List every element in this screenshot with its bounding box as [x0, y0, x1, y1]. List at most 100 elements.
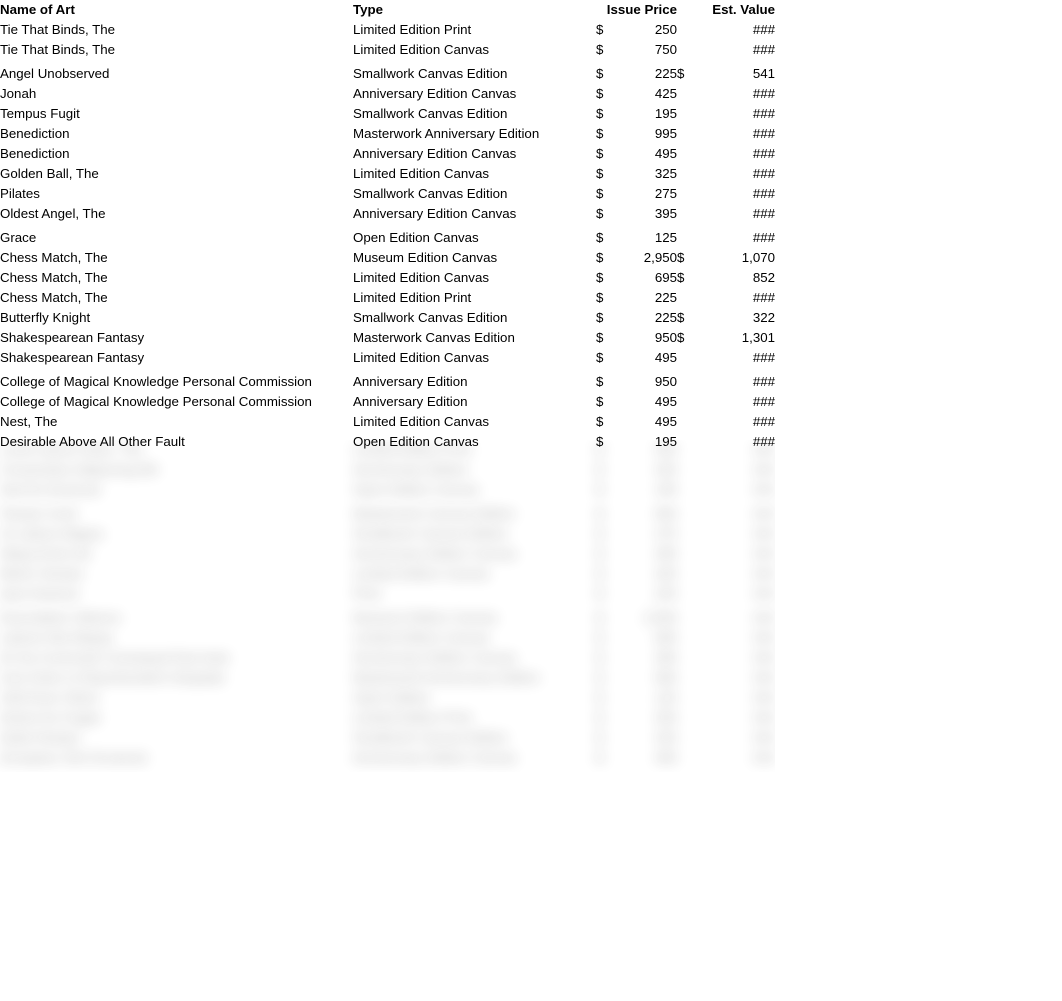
table-row[interactable]: Ut Labore Magna Smallwork Canvas Edition $…: [0, 524, 775, 544]
cell-issue-currency[interactable]: $: [596, 628, 614, 648]
table-row[interactable]: Shakespearean Fantasy Limited Edition Can…: [0, 348, 775, 368]
cell-issue-currency[interactable]: $: [596, 480, 614, 500]
cell-issue-price[interactable]: 2,950: [614, 248, 677, 268]
cell-est-currency[interactable]: [677, 648, 695, 668]
cell-est-currency[interactable]: [677, 688, 695, 708]
cell-issue-currency[interactable]: $: [596, 708, 614, 728]
cell-art-name[interactable]: Laboris Nisi Aliquip: [0, 628, 353, 648]
cell-art-name[interactable]: Oldest Angel, The: [0, 204, 353, 224]
cell-issue-price[interactable]: 195: [614, 432, 677, 452]
cell-art-type[interactable]: Masterwork Anniversary Edition: [353, 668, 596, 688]
cell-est-currency[interactable]: [677, 348, 695, 368]
cell-est-currency[interactable]: [677, 392, 695, 412]
cell-art-name[interactable]: Ut Labore Magna: [0, 524, 353, 544]
cell-est-currency[interactable]: [677, 708, 695, 728]
cell-art-type[interactable]: Masterwork Canvas Edition: [353, 500, 596, 524]
cell-issue-price[interactable]: 995: [614, 124, 677, 144]
cell-issue-price[interactable]: 250: [614, 708, 677, 728]
cell-art-type[interactable]: Open Edition Canvas: [353, 432, 596, 452]
cell-art-type[interactable]: Open Edition Canvas: [353, 480, 596, 500]
cell-issue-price[interactable]: 225: [614, 308, 677, 328]
cell-est-currency[interactable]: $: [677, 60, 695, 84]
cell-issue-currency[interactable]: $: [596, 348, 614, 368]
table-row[interactable]: Excepteur Sint Occaecat Anniversary Editi…: [0, 748, 775, 768]
table-row[interactable]: Chess Match, The Museum Edition Canvas $2,…: [0, 248, 775, 268]
cell-art-type[interactable]: Limited Edition Print: [353, 708, 596, 728]
cell-art-name[interactable]: Golden Ball, The: [0, 164, 353, 184]
table-row[interactable]: Angel Unobserved Smallwork Canvas Edition…: [0, 60, 775, 84]
cell-est-value[interactable]: ###: [695, 584, 775, 604]
table-row[interactable]: Shakespearean Fantasy Masterwork Canvas E…: [0, 328, 775, 348]
cell-est-value[interactable]: 322: [695, 308, 775, 328]
cell-issue-currency[interactable]: $: [596, 688, 614, 708]
cell-issue-currency[interactable]: $: [596, 328, 614, 348]
cell-issue-currency[interactable]: $: [596, 584, 614, 604]
table-row[interactable]: Ex Ea Commodo Consequat Duis Aute Anniver…: [0, 648, 775, 668]
cell-est-currency[interactable]: $: [677, 328, 695, 348]
table-row[interactable]: Benediction Anniversary Edition Canvas $49…: [0, 144, 775, 164]
cell-issue-currency[interactable]: $: [596, 164, 614, 184]
cell-art-name[interactable]: Dolore Eu Fugiat: [0, 708, 353, 728]
cell-issue-currency[interactable]: $: [596, 288, 614, 308]
cell-art-type[interactable]: Anniversary Edition Canvas: [353, 544, 596, 564]
table-row[interactable]: Jonah Anniversary Edition Canvas $425 ###: [0, 84, 775, 104]
cell-issue-price[interactable]: 495: [614, 412, 677, 432]
column-header-type[interactable]: Type: [353, 0, 596, 20]
cell-est-currency[interactable]: [677, 604, 695, 628]
cell-issue-currency[interactable]: $: [596, 40, 614, 60]
cell-art-name[interactable]: Jonah: [0, 84, 353, 104]
cell-issue-currency[interactable]: $: [596, 268, 614, 288]
cell-issue-currency[interactable]: $: [596, 392, 614, 412]
table-row[interactable]: Tempus Fugit Smallwork Canvas Edition $195…: [0, 104, 775, 124]
cell-est-value[interactable]: ###: [695, 104, 775, 124]
cell-issue-price[interactable]: 225: [614, 60, 677, 84]
cell-issue-currency[interactable]: $: [596, 60, 614, 84]
cell-est-value[interactable]: ###: [695, 460, 775, 480]
cell-art-type[interactable]: Limited Edition Canvas: [353, 628, 596, 648]
cell-issue-currency[interactable]: $: [596, 144, 614, 164]
cell-est-value[interactable]: ###: [695, 688, 775, 708]
cell-art-name[interactable]: Nest, The: [0, 412, 353, 432]
cell-art-type[interactable]: Masterwork Anniversary Edition: [353, 124, 596, 144]
table-row[interactable]: Grace Open Edition Canvas $125 ###: [0, 224, 775, 248]
cell-art-name[interactable]: Ex Ea Commodo Consequat Duis Aute: [0, 648, 353, 668]
table-row[interactable]: Sed Do Eiusmod Open Edition Canvas $195 ###: [0, 480, 775, 500]
cell-est-currency[interactable]: [677, 184, 695, 204]
cell-issue-price[interactable]: 495: [614, 544, 677, 564]
cell-issue-price[interactable]: 275: [614, 184, 677, 204]
table-row[interactable]: Quis Nostrud Print $225 ###: [0, 584, 775, 604]
cell-est-value[interactable]: ###: [695, 124, 775, 144]
cell-est-value[interactable]: ###: [695, 40, 775, 60]
table-row[interactable]: College of Magical Knowledge Personal Co…: [0, 368, 775, 392]
cell-est-value[interactable]: ###: [695, 728, 775, 748]
table-row[interactable]: Oldest Angel, The Anniversary Edition Can…: [0, 204, 775, 224]
cell-art-type[interactable]: Limited Edition Canvas: [353, 412, 596, 432]
table-row[interactable]: Chess Match, The Limited Edition Canvas $6…: [0, 268, 775, 288]
cell-art-name[interactable]: Sed Do Eiusmod: [0, 480, 353, 500]
cell-art-name[interactable]: Tempor Incid: [0, 500, 353, 524]
cell-art-name[interactable]: Nulla Pariatur: [0, 728, 353, 748]
cell-est-currency[interactable]: [677, 480, 695, 500]
table-row[interactable]: Butterfly Knight Smallwork Canvas Edition…: [0, 308, 775, 328]
cell-est-currency[interactable]: $: [677, 268, 695, 288]
cell-est-value[interactable]: ###: [695, 392, 775, 412]
cell-est-currency[interactable]: [677, 20, 695, 40]
cell-est-currency[interactable]: [677, 564, 695, 584]
cell-est-currency[interactable]: [677, 748, 695, 768]
cell-issue-currency[interactable]: $: [596, 604, 614, 628]
cell-est-currency[interactable]: [677, 288, 695, 308]
cell-art-name[interactable]: College of Magical Knowledge Personal Co…: [0, 392, 353, 412]
cell-est-value[interactable]: ###: [695, 368, 775, 392]
cell-issue-currency[interactable]: $: [596, 668, 614, 688]
cell-art-name[interactable]: Minim Veniam: [0, 564, 353, 584]
cell-issue-price[interactable]: 495: [614, 348, 677, 368]
cell-est-value[interactable]: ###: [695, 224, 775, 248]
cell-issue-price[interactable]: 125: [614, 688, 677, 708]
cell-est-currency[interactable]: [677, 668, 695, 688]
cell-issue-price[interactable]: 495: [614, 748, 677, 768]
cell-issue-currency[interactable]: $: [596, 204, 614, 224]
cell-issue-currency[interactable]: $: [596, 564, 614, 584]
cell-est-value[interactable]: ###: [695, 748, 775, 768]
cell-art-name[interactable]: Pilates: [0, 184, 353, 204]
cell-issue-price[interactable]: 325: [614, 564, 677, 584]
